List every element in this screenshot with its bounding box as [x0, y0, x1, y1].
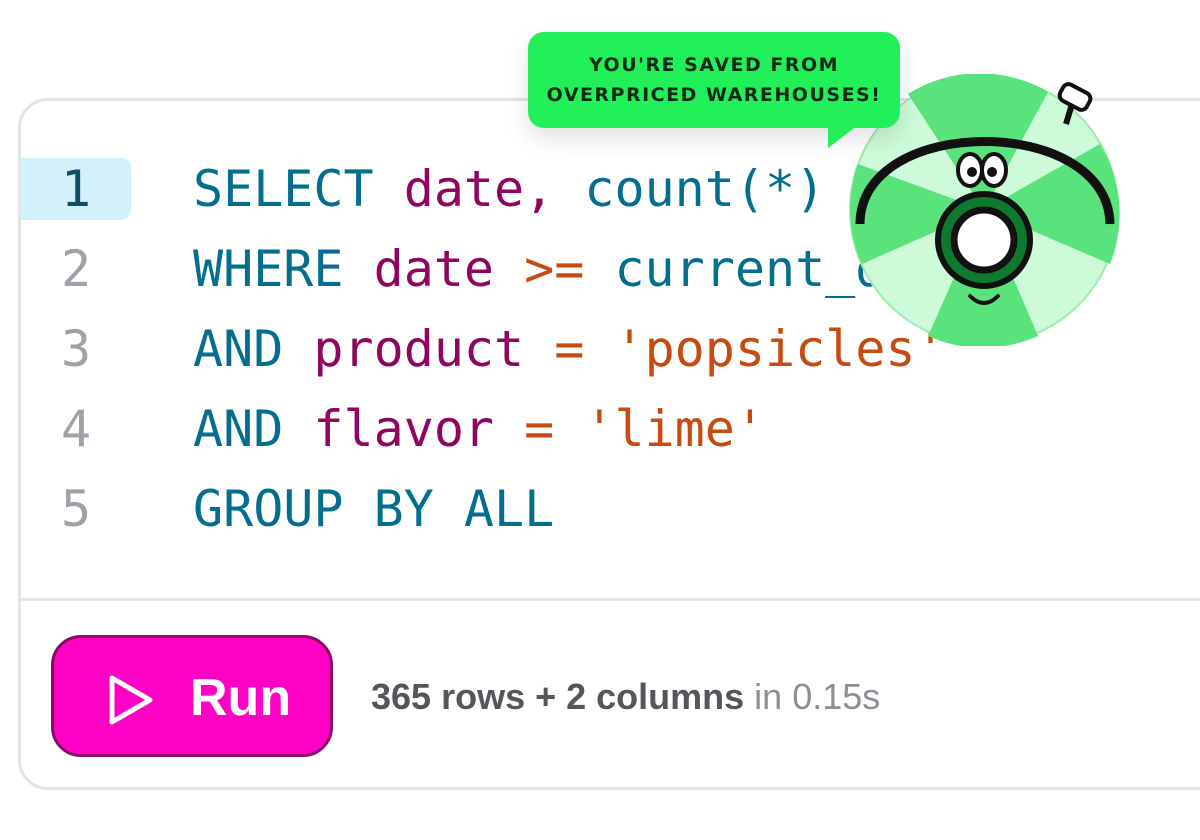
code-token: count( — [584, 160, 765, 218]
editor-divider — [21, 598, 1200, 601]
code-token: GROUP BY ALL — [193, 480, 555, 538]
code-text: AND flavor = 'lime' — [193, 389, 765, 469]
code-token: *) — [764, 160, 856, 218]
speech-bubble-line-2: OVERPRICED WAREHOUSES! — [546, 84, 882, 106]
result-in-label: in — [744, 676, 793, 717]
line-number: 4 — [60, 400, 92, 458]
run-button[interactable]: Run — [51, 635, 333, 757]
code-text: GROUP BY ALL — [193, 469, 554, 549]
speech-bubble-tail — [828, 122, 862, 148]
code-token: AND — [193, 400, 314, 458]
code-token: date — [373, 240, 525, 298]
play-icon — [109, 675, 153, 725]
code-token: product — [313, 320, 555, 378]
speech-bubble-line-1: YOU'RE SAVED FROM — [588, 54, 840, 76]
run-button-label: Run — [190, 669, 292, 727]
code-token: = — [524, 400, 585, 458]
code-token: 'lime' — [584, 400, 765, 458]
code-text: AND product = 'popsicles' — [193, 309, 946, 389]
code-token: flavor — [313, 400, 525, 458]
code-token: , — [524, 160, 585, 218]
line-number: 2 — [60, 240, 92, 298]
code-token: = — [554, 320, 615, 378]
code-token: date — [403, 160, 525, 218]
code-token: WHERE — [193, 240, 374, 298]
code-token: AND — [193, 320, 314, 378]
result-rows-columns: 365 rows + 2 columns — [371, 676, 745, 717]
speech-bubble: YOU'RE SAVED FROM OVERPRICED WAREHOUSES! — [528, 32, 900, 148]
code-token: SELECT — [193, 160, 404, 218]
line-number: 5 — [60, 480, 92, 538]
code-token: >= — [524, 240, 615, 298]
line-number: 1 — [21, 158, 131, 220]
result-time: 0.15s — [792, 676, 881, 717]
result-summary: 365 rows + 2 columns in 0.15s — [371, 675, 880, 719]
line-number: 3 — [60, 320, 92, 378]
